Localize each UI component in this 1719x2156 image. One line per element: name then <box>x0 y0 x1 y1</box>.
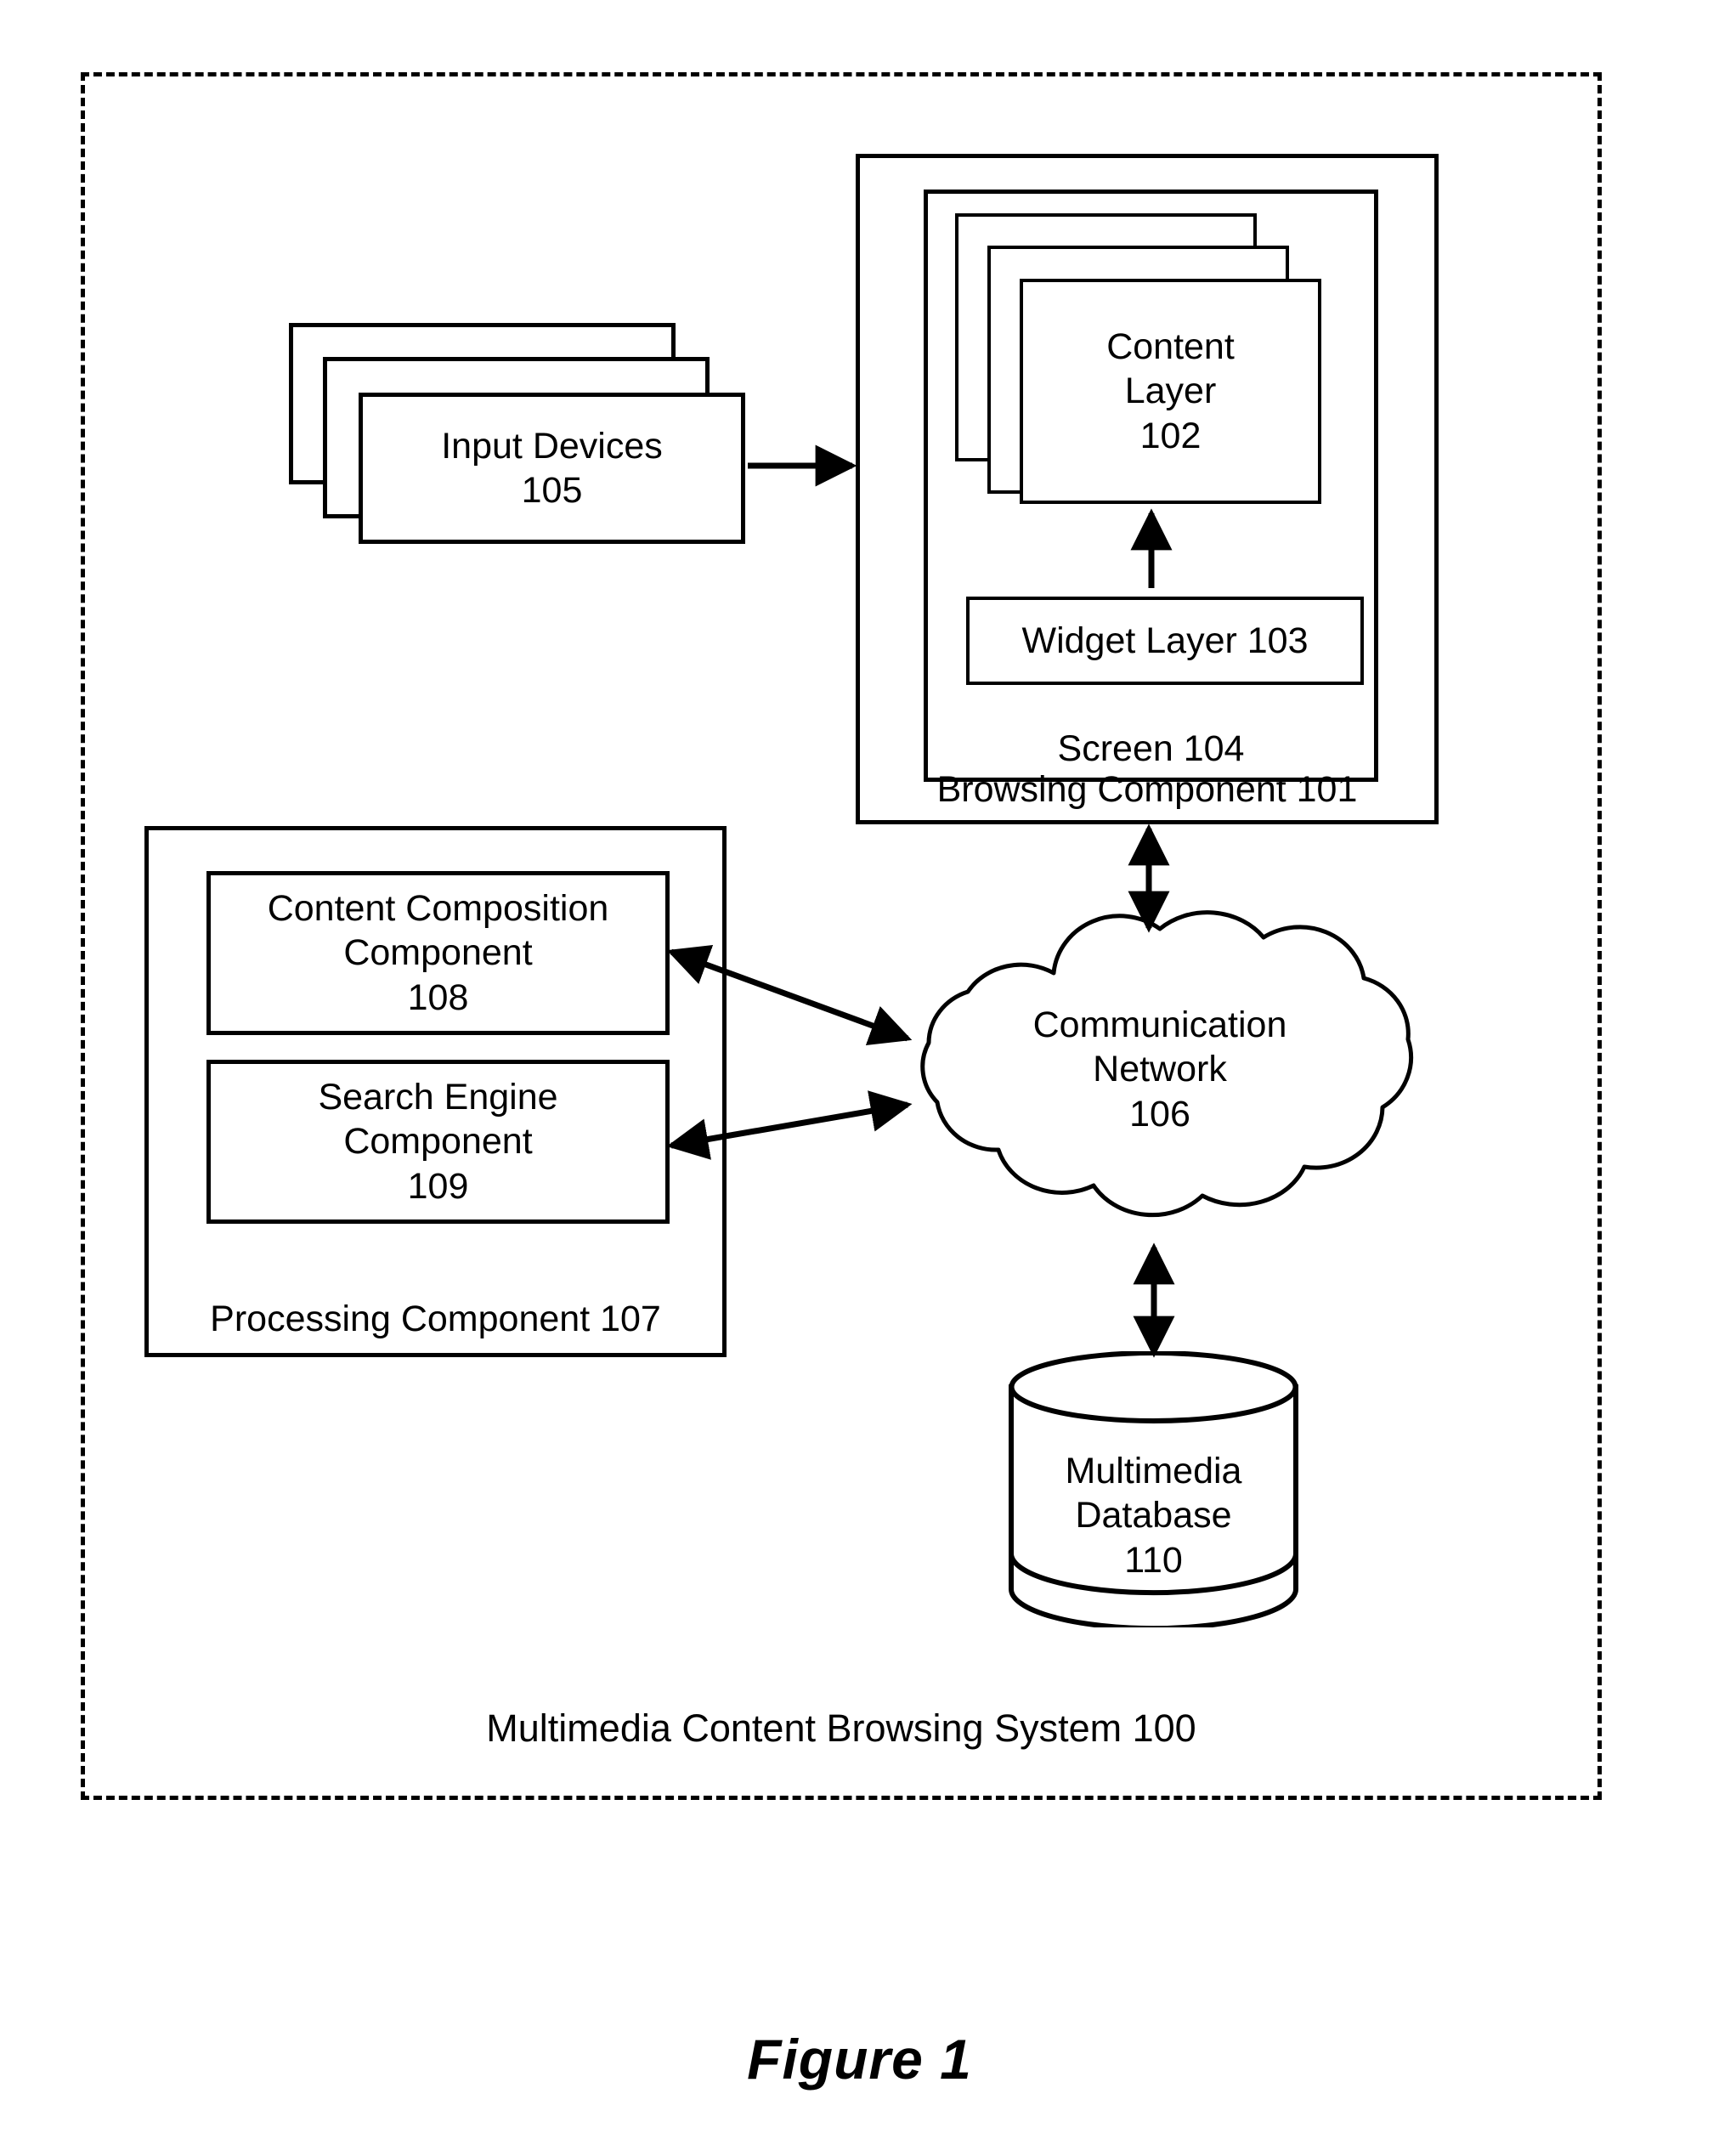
figure-page: Input Devices 105 Content Layer 102 Widg… <box>0 0 1719 2156</box>
screen: Content Layer 102 Widget Layer 103 Scree… <box>924 190 1378 782</box>
figure-caption: Figure 1 <box>747 2028 972 2091</box>
processing-component-label: Processing Component 107 <box>210 1298 661 1339</box>
communication-network-label: Communication Network 106 <box>1032 1004 1287 1135</box>
multimedia-database-label: Multimedia Database 110 <box>1065 1451 1242 1581</box>
input-devices-group: Input Devices 105 <box>289 323 748 544</box>
input-device-card-front: Input Devices 105 <box>359 393 745 544</box>
communication-network-cloud: Communication Network 106 <box>879 897 1440 1236</box>
browsing-component-label: Browsing Component 101 <box>936 768 1358 810</box>
search-engine-component-label: Search Engine Component 109 <box>318 1076 558 1207</box>
screen-label: Screen 104 <box>1057 727 1245 769</box>
content-composition-component: Content Composition Component 108 <box>206 871 670 1035</box>
multimedia-database: Multimedia Database 110 <box>1003 1351 1304 1627</box>
processing-component: Content Composition Component 108 Search… <box>144 826 727 1357</box>
widget-layer: Widget Layer 103 <box>966 597 1364 685</box>
content-layer-label: Content Layer 102 <box>1106 325 1235 456</box>
content-composition-component-label: Content Composition Component 108 <box>267 887 609 1018</box>
content-layer-card-front: Content Layer 102 <box>1020 279 1321 504</box>
system-caption: Multimedia Content Browsing System 100 <box>486 1706 1196 1750</box>
search-engine-component: Search Engine Component 109 <box>206 1060 670 1224</box>
browsing-component: Content Layer 102 Widget Layer 103 Scree… <box>856 154 1439 824</box>
widget-layer-label: Widget Layer 103 <box>1021 620 1309 661</box>
input-devices-label: Input Devices 105 <box>441 425 663 511</box>
